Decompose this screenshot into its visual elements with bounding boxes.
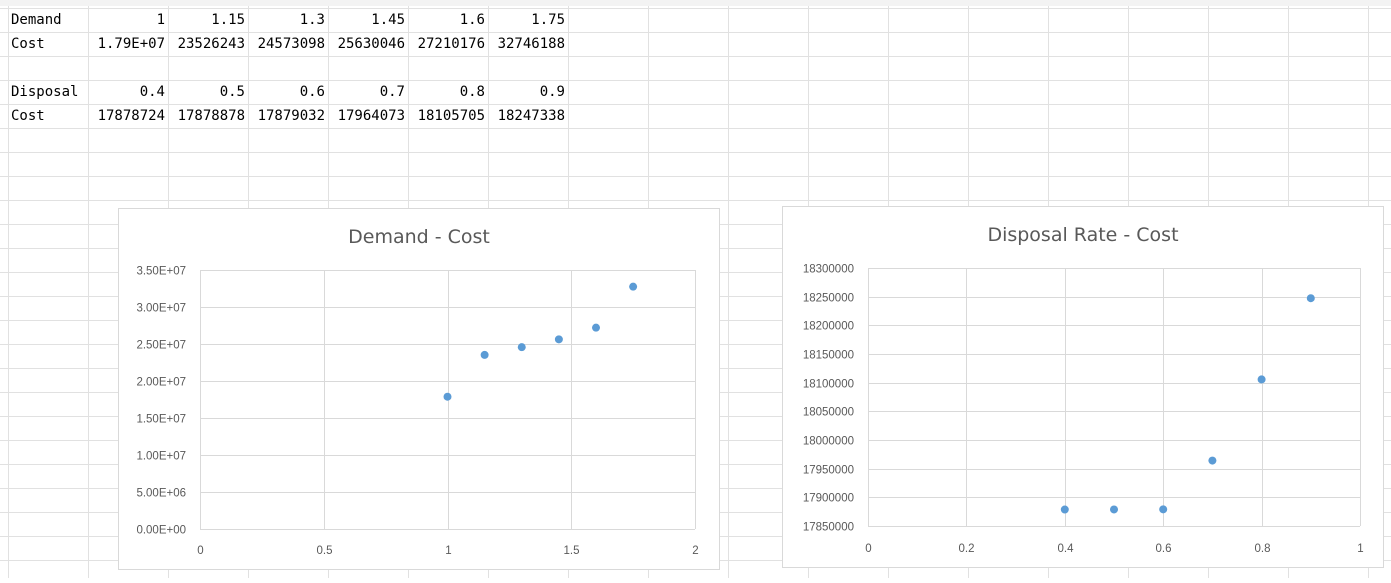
y-tick-label: 17950000 (803, 465, 854, 477)
data-point[interactable] (554, 335, 563, 344)
cell-b1[interactable]: 1 (88, 8, 168, 32)
cell-b4[interactable]: 0.4 (88, 80, 168, 104)
column-header-strip (0, 0, 1391, 6)
cell-g4[interactable]: 0.9 (488, 80, 568, 104)
x-tick-label: 1.5 (564, 545, 580, 557)
data-point[interactable] (1159, 505, 1168, 514)
chart-disposal-rate-cost[interactable]: Disposal Rate - Cost 17850000 17900000 1795… (782, 206, 1384, 568)
y-tick-label: 3.50E+07 (136, 266, 186, 278)
cell-e5[interactable]: 17964073 (328, 104, 408, 128)
cell-e4[interactable]: 0.7 (328, 80, 408, 104)
cell-c1[interactable]: 1.15 (168, 8, 248, 32)
cell-g5[interactable]: 18247338 (488, 104, 568, 128)
data-point[interactable] (1110, 505, 1118, 514)
y-tick-label: 18050000 (803, 407, 854, 419)
x-tick-label: 0.2 (959, 543, 975, 555)
y-tick-label: 18200000 (803, 321, 854, 333)
data-point[interactable] (1257, 375, 1266, 384)
y-tick-label: 18150000 (803, 350, 854, 362)
chart-title: Demand - Cost (348, 226, 490, 248)
y-tick-label: 17900000 (803, 493, 854, 505)
x-tick-label: 0.8 (1255, 543, 1271, 555)
data-point[interactable] (517, 343, 526, 352)
y-tick-label: 18250000 (803, 293, 854, 305)
data-point[interactable] (480, 350, 489, 359)
cell-d4[interactable]: 0.6 (248, 80, 328, 104)
y-tick-label: 18000000 (803, 436, 854, 448)
chart-demand-cost-svg: Demand - Cost 0.00E+00 5.00E+06 1.00E+07 1.5… (136, 226, 698, 557)
x-tick-label: 0.4 (1058, 543, 1075, 555)
chart-title: Disposal Rate - Cost (987, 224, 1178, 246)
y-tick-label: 0.00E+00 (136, 525, 186, 537)
cell-a5[interactable]: Cost (8, 104, 88, 128)
cell-e2[interactable]: 25630046 (328, 32, 408, 56)
cell-e1[interactable]: 1.45 (328, 8, 408, 32)
y-tick-label: 3.00E+07 (136, 303, 186, 315)
cell-g2[interactable]: 32746188 (488, 32, 568, 56)
cell-b2[interactable]: 1.79E+07 (88, 32, 168, 56)
y-tick-label: 2.00E+07 (136, 377, 186, 389)
y-tick-label: 17850000 (803, 522, 854, 534)
y-tick-label: 18300000 (803, 264, 854, 276)
y-tick-label: 1.50E+07 (136, 414, 186, 426)
y-tick-label: 1.00E+07 (136, 451, 186, 463)
cell-f4[interactable]: 0.8 (408, 80, 488, 104)
cell-d2[interactable]: 24573098 (248, 32, 328, 56)
cell-g1[interactable]: 1.75 (488, 8, 568, 32)
cell-d5[interactable]: 17879032 (248, 104, 328, 128)
cell-a2[interactable]: Cost (8, 32, 88, 56)
y-tick-label: 18100000 (803, 379, 854, 391)
x-tick-label: 0.6 (1156, 543, 1172, 555)
y-tick-label: 2.50E+07 (136, 340, 186, 352)
chart-disposal-rate-cost-svg: Disposal Rate - Cost 17850000 17900000 1795… (803, 224, 1364, 555)
cell-f2[interactable]: 27210176 (408, 32, 488, 56)
cell-b5[interactable]: 17878724 (88, 104, 168, 128)
data-point[interactable] (1208, 456, 1217, 465)
cell-d1[interactable]: 1.3 (248, 8, 328, 32)
x-tick-label: 1 (445, 545, 451, 557)
data-point[interactable] (1306, 294, 1315, 303)
cell-c5[interactable]: 17878878 (168, 104, 248, 128)
data-point[interactable] (629, 282, 638, 291)
cell-a1[interactable]: Demand (8, 8, 88, 32)
data-point[interactable] (1060, 505, 1069, 514)
chart-demand-cost[interactable]: Demand - Cost 0.00E+00 5.00E+06 1.00E+07 1.5… (118, 208, 720, 570)
x-tick-label: 2 (692, 545, 698, 557)
cell-f5[interactable]: 18105705 (408, 104, 488, 128)
cell-c4[interactable]: 0.5 (168, 80, 248, 104)
cell-f1[interactable]: 1.6 (408, 8, 488, 32)
x-tick-label: 1 (1357, 543, 1363, 555)
cell-c2[interactable]: 23526243 (168, 32, 248, 56)
x-tick-label: 0 (197, 545, 203, 557)
cell-a4[interactable]: Disposal (8, 80, 88, 104)
x-tick-label: 0.5 (317, 545, 333, 557)
data-point[interactable] (443, 392, 452, 401)
data-point[interactable] (592, 323, 600, 332)
y-tick-label: 5.00E+06 (136, 488, 186, 500)
x-tick-label: 0 (865, 543, 871, 555)
